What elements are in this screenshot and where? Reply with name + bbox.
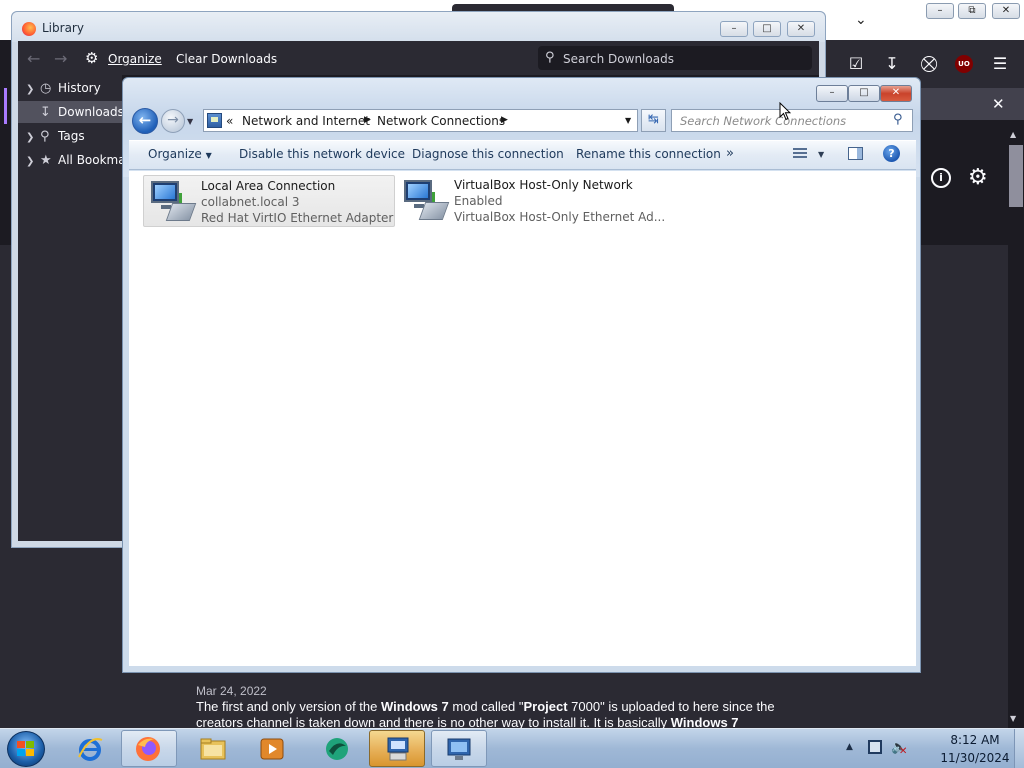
search-icon[interactable]: ⚲: [893, 112, 903, 127]
mouse-cursor-icon: [779, 102, 791, 121]
search-input[interactable]: Search Network Connections ⚲: [671, 109, 913, 132]
download-icon: ↧: [40, 105, 51, 120]
diagnose-button[interactable]: Diagnose this connection: [412, 147, 564, 161]
network-tray-icon[interactable]: [868, 740, 882, 754]
clock-date[interactable]: 11/30/2024: [940, 751, 1010, 765]
breadcrumb-arrow-icon[interactable]: ▶: [501, 115, 508, 125]
firefox-logo-icon: [22, 22, 36, 36]
clear-downloads-button[interactable]: Clear Downloads: [176, 52, 277, 66]
connection-item-virtualbox[interactable]: VirtualBox Host-Only Network Enabled Vir…: [397, 175, 665, 227]
pocket-icon[interactable]: ☑: [846, 54, 866, 73]
info-icon[interactable]: i: [931, 168, 951, 188]
muted-icon: ✕: [899, 746, 908, 757]
download-icon[interactable]: ↧: [882, 54, 902, 73]
network-connections-icon: [447, 738, 471, 760]
tree-item-history[interactable]: ❯ ◷ History: [26, 81, 101, 103]
scroll-down-icon[interactable]: ▼: [1010, 714, 1016, 723]
expand-arrow-icon[interactable]: ❯: [26, 84, 40, 95]
forward-button[interactable]: →: [161, 109, 185, 133]
show-hidden-icons-icon[interactable]: ▲: [846, 742, 853, 752]
video-description: The first and only version of the Window…: [196, 699, 775, 730]
show-desktop-button[interactable]: [1014, 729, 1024, 768]
ublock-icon[interactable]: UO: [955, 55, 973, 73]
close-button[interactable]: ✕: [880, 85, 912, 102]
video-date: Mar 24, 2022: [196, 684, 267, 698]
connection-name: VirtualBox Host-Only Network: [454, 178, 633, 192]
tree-item-downloads[interactable]: ↧ Downloads: [26, 105, 124, 127]
page-scroll-thumb[interactable]: [1009, 145, 1023, 207]
menu-icon[interactable]: ☰: [990, 54, 1010, 73]
firefox-close-button[interactable]: ✕: [992, 3, 1020, 19]
library-maximize-button[interactable]: □: [753, 21, 781, 37]
expand-arrow-icon[interactable]: ❯: [26, 132, 40, 143]
breadcrumb-arrow-icon[interactable]: ▶: [364, 115, 371, 125]
recent-pages-dropdown-icon[interactable]: ▼: [187, 117, 193, 126]
firefox-sidebar-accent: [4, 88, 7, 124]
back-button[interactable]: ←: [132, 108, 158, 134]
search-icon: ⚲: [545, 50, 555, 65]
clock-icon: ◷: [40, 81, 52, 96]
network-adapter-icon: [402, 178, 450, 224]
network-adapter-icon: [149, 179, 197, 225]
search-downloads-placeholder: Search Downloads: [563, 52, 674, 66]
address-dropdown-icon[interactable]: ▼: [625, 116, 631, 125]
firefox-icon: [136, 737, 160, 761]
refresh-button[interactable]: ↹: [641, 109, 666, 132]
chevron-down-icon: ▼: [205, 151, 212, 160]
connection-item-local-area[interactable]: Local Area Connection collabnet.local 3 …: [143, 175, 395, 227]
connection-name: Local Area Connection: [201, 179, 336, 193]
gear-icon[interactable]: ⚙: [968, 165, 988, 190]
connection-adapter: VirtualBox Host-Only Ethernet Ad...: [454, 210, 666, 224]
view-options-dropdown-icon[interactable]: ▼: [818, 150, 824, 159]
windows-logo-icon: [17, 741, 35, 757]
internet-explorer-icon[interactable]: [76, 735, 104, 763]
library-minimize-button[interactable]: –: [720, 21, 748, 37]
more-commands-button[interactable]: »: [726, 146, 734, 161]
page-scrollbar[interactable]: [1008, 130, 1024, 728]
extensions-icon[interactable]: ⛒: [919, 54, 939, 74]
connection-status: collabnet.local 3: [201, 195, 300, 209]
control-panel-icon: [207, 113, 222, 128]
connection-status: Enabled: [454, 194, 503, 208]
close-icon[interactable]: ✕: [992, 95, 1005, 113]
breadcrumb-network-and-internet[interactable]: Network and Internet: [242, 114, 370, 128]
network-connections-window: – □ ✕ ← → ▼ « Network and Internet ▶ Net…: [122, 77, 921, 673]
tag-icon: ⚲: [40, 129, 50, 144]
tab-list-chevron-icon[interactable]: ⌄: [855, 12, 867, 28]
library-close-button[interactable]: ✕: [787, 21, 815, 37]
disable-device-button[interactable]: Disable this network device: [239, 147, 405, 161]
firefox-notification-bar: [920, 88, 1024, 120]
connections-list: [129, 171, 916, 666]
windows-live-icon[interactable]: [323, 735, 351, 763]
file-explorer-icon[interactable]: [199, 735, 227, 763]
expand-arrow-icon[interactable]: ❯: [26, 156, 40, 167]
back-arrow-icon[interactable]: ←: [27, 49, 40, 68]
address-bar[interactable]: « Network and Internet ▶ Network Connect…: [203, 109, 638, 132]
firefox-maximize-button[interactable]: ⧉: [958, 3, 986, 19]
minimize-button[interactable]: –: [816, 85, 848, 102]
connection-adapter: Red Hat VirtIO Ethernet Adapter: [201, 211, 394, 225]
scroll-up-icon[interactable]: ▲: [1010, 130, 1016, 139]
organize-menu[interactable]: Organize ▼: [148, 147, 212, 161]
clock-time[interactable]: 8:12 AM: [945, 733, 1005, 747]
search-placeholder: Search Network Connections: [680, 114, 847, 128]
rename-button[interactable]: Rename this connection: [576, 147, 721, 161]
maximize-button[interactable]: □: [848, 85, 880, 102]
star-icon: ★: [40, 153, 52, 168]
control-panel-icon: [387, 737, 409, 761]
library-titlebar[interactable]: [12, 12, 825, 42]
help-icon[interactable]: ?: [883, 145, 900, 162]
change-view-icon[interactable]: [793, 148, 807, 160]
firefox-minimize-button[interactable]: –: [926, 3, 954, 19]
preview-pane-icon[interactable]: [848, 147, 863, 160]
library-title: Library: [42, 21, 84, 35]
gear-icon[interactable]: ⚙: [85, 49, 98, 67]
forward-arrow-icon[interactable]: →: [54, 49, 67, 68]
media-player-icon[interactable]: [258, 735, 286, 763]
breadcrumb-overflow[interactable]: «: [226, 114, 233, 128]
tree-item-tags[interactable]: ❯ ⚲ Tags: [26, 129, 85, 151]
organize-menu[interactable]: Organize: [108, 52, 162, 66]
breadcrumb-network-connections[interactable]: Network Connections: [377, 114, 505, 128]
